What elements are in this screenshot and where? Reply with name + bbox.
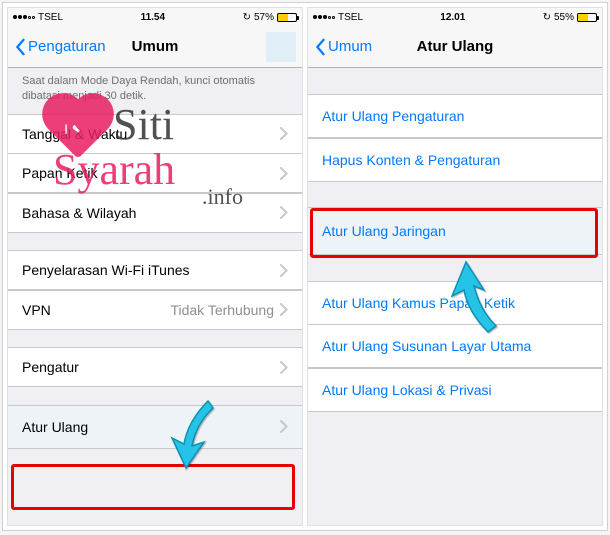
status-bar: TSEL 12.01 ↻ 55%	[308, 8, 602, 26]
footer-note: Saat dalam Mode Daya Rendah, kunci otoma…	[8, 68, 302, 114]
chevron-right-icon	[280, 206, 288, 219]
nav-bar: Pengaturan Umum	[8, 26, 302, 68]
row-label: Tanggal & Waktu	[22, 126, 280, 142]
clock-label: 12.01	[440, 12, 465, 23]
row-label: Hapus Konten & Pengaturan	[322, 152, 588, 168]
row-reset-home-layout[interactable]: Atur Ulang Susunan Layar Utama	[308, 324, 602, 368]
row-label: Pengatur	[22, 359, 280, 375]
nav-bar: Umum Atur Ulang	[308, 26, 602, 68]
signal-dots-icon	[313, 15, 335, 19]
row-label: Papan Ketik	[22, 165, 280, 181]
battery-icon	[277, 13, 297, 22]
chevron-right-icon	[280, 167, 288, 180]
chevron-right-icon	[280, 264, 288, 277]
battery-icon	[577, 13, 597, 22]
row-reset-dictionary[interactable]: Atur Ulang Kamus Papan Ketik	[308, 281, 602, 325]
row-label: Penyelarasan Wi-Fi iTunes	[22, 262, 280, 278]
row-language[interactable]: Bahasa & Wilayah	[8, 193, 302, 233]
back-button[interactable]: Umum	[314, 38, 372, 56]
row-label: VPN	[22, 302, 170, 318]
back-button[interactable]: Pengaturan	[14, 38, 106, 56]
row-label: Atur Ulang Jaringan	[322, 223, 588, 239]
chevron-right-icon	[280, 303, 288, 316]
highlight-box	[11, 464, 295, 510]
chevron-right-icon	[280, 127, 288, 140]
chevron-left-icon	[14, 38, 26, 56]
sync-icon: ↻	[543, 12, 551, 23]
battery-pct-label: 55%	[554, 12, 574, 23]
row-label: Atur Ulang	[22, 419, 280, 435]
row-value: Tidak Terhubung	[170, 302, 274, 318]
carrier-label: TSEL	[38, 12, 63, 23]
row-erase-content[interactable]: Hapus Konten & Pengaturan	[308, 138, 602, 182]
row-label: Atur Ulang Lokasi & Privasi	[322, 382, 588, 398]
row-regulator[interactable]: Pengatur	[8, 347, 302, 387]
carrier-label: TSEL	[338, 12, 363, 23]
screenshot-left: TSEL 11.54 ↻ 57% Pengaturan Umum Saat da…	[7, 7, 303, 526]
status-bar: TSEL 11.54 ↻ 57%	[8, 8, 302, 26]
row-label: Bahasa & Wilayah	[22, 205, 280, 221]
row-date-time[interactable]: Tanggal & Waktu	[8, 114, 302, 154]
row-keyboard[interactable]: Papan Ketik	[8, 153, 302, 193]
back-label: Umum	[328, 38, 372, 55]
row-vpn[interactable]: VPN Tidak Terhubung	[8, 290, 302, 330]
row-reset[interactable]: Atur Ulang	[8, 405, 302, 449]
battery-pct-label: 57%	[254, 12, 274, 23]
nav-placeholder	[266, 32, 296, 62]
row-label: Atur Ulang Kamus Papan Ketik	[322, 295, 588, 311]
clock-label: 11.54	[141, 12, 165, 23]
signal-dots-icon	[13, 15, 35, 19]
row-itunes-wifi[interactable]: Penyelarasan Wi-Fi iTunes	[8, 250, 302, 290]
chevron-right-icon	[280, 420, 288, 433]
row-reset-network[interactable]: Atur Ulang Jaringan	[308, 207, 602, 255]
row-reset-location-privacy[interactable]: Atur Ulang Lokasi & Privasi	[308, 368, 602, 412]
sync-icon: ↻	[243, 12, 251, 23]
screenshot-right: TSEL 12.01 ↻ 55% Umum Atur Ulang At	[307, 7, 603, 526]
back-label: Pengaturan	[28, 38, 106, 55]
row-reset-settings[interactable]: Atur Ulang Pengaturan	[308, 94, 602, 138]
chevron-right-icon	[280, 361, 288, 374]
row-label: Atur Ulang Susunan Layar Utama	[322, 338, 588, 354]
chevron-left-icon	[314, 38, 326, 56]
row-label: Atur Ulang Pengaturan	[322, 108, 588, 124]
